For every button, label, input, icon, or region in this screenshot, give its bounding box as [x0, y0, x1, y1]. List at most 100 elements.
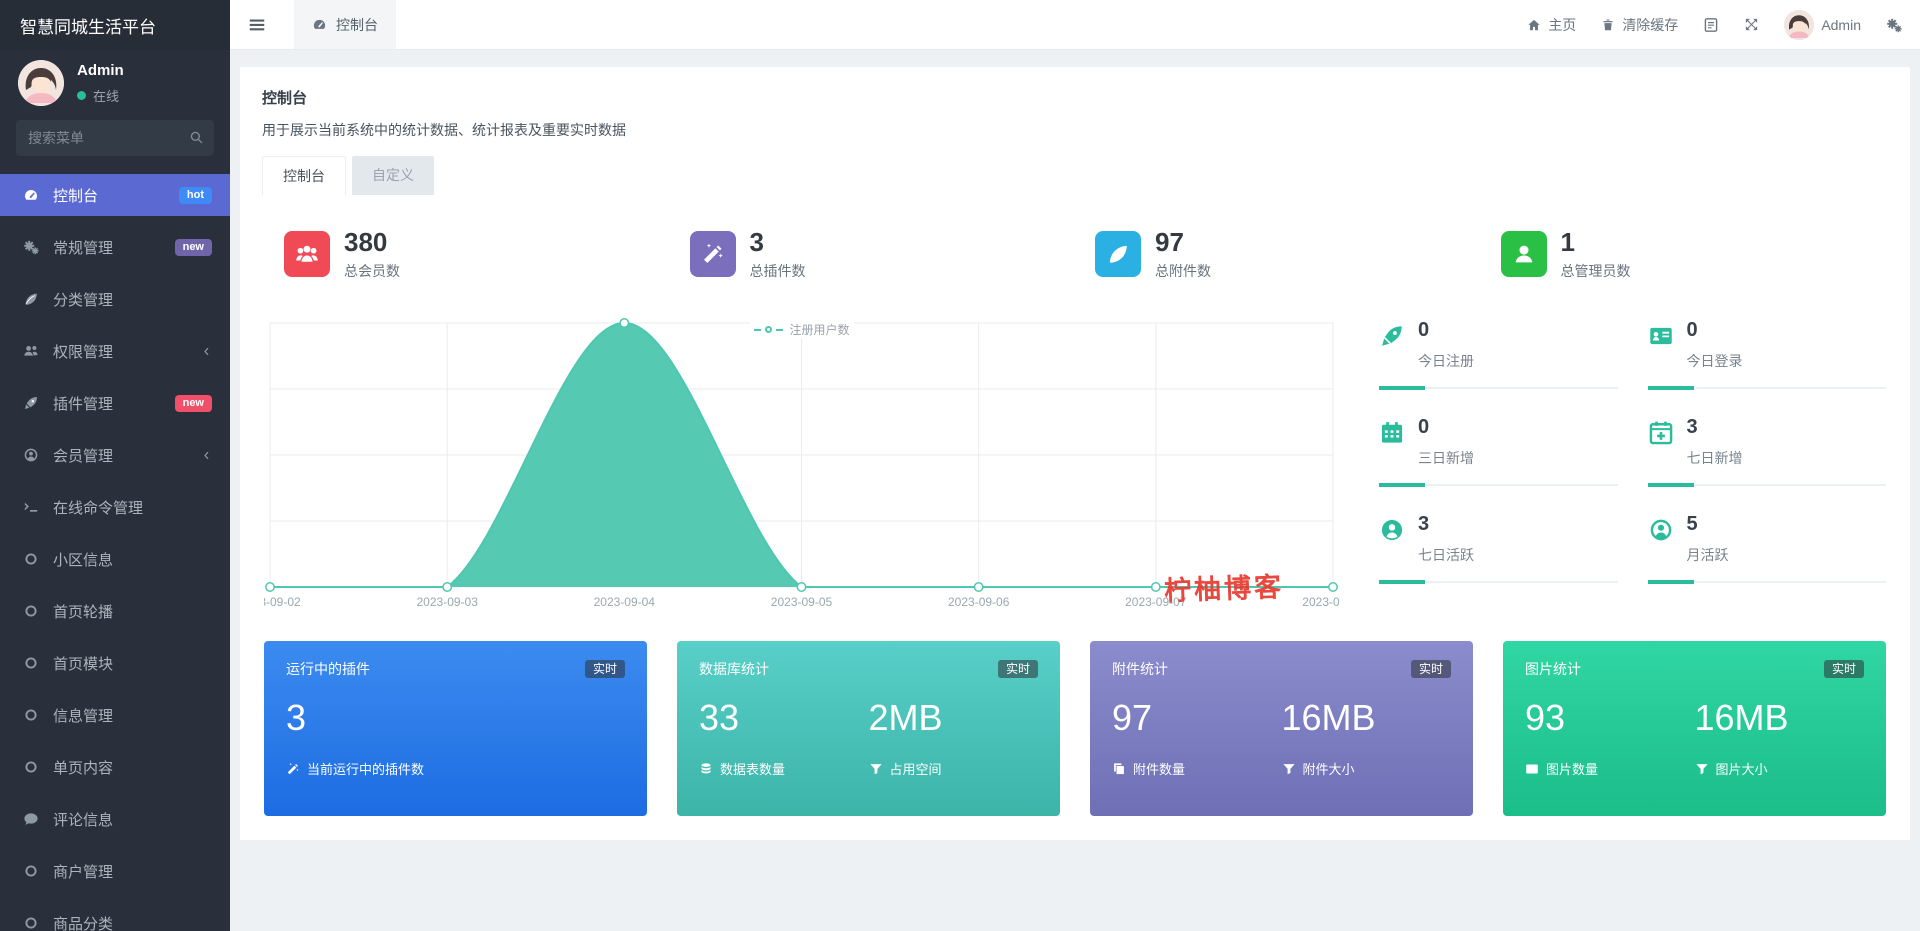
topbar-tab-console[interactable]: 控制台	[294, 0, 396, 49]
main-content: 控制台 用于展示当前系统中的统计数据、统计报表及重要实时数据 控制台 自定义 3…	[230, 50, 1920, 931]
legend-marker-line	[775, 329, 782, 331]
clear-cache-label: 清除缓存	[1622, 15, 1678, 35]
sidebar-item[interactable]: 在线命令管理	[0, 486, 230, 528]
sidebar-item-label: 首页轮播	[53, 601, 212, 622]
sidebar-item-label: 小区信息	[53, 549, 212, 570]
clear-cache-button[interactable]: 清除缓存	[1601, 15, 1678, 35]
stat-label: 总插件数	[750, 261, 806, 281]
sidebar-item[interactable]: 会员管理	[0, 434, 230, 476]
leaf-icon	[22, 291, 39, 307]
topbar-user[interactable]: Admin	[1784, 10, 1861, 40]
app-title: 智慧同城生活平台	[0, 0, 230, 50]
summary-card: 运行中的插件 实时 3 当前运行中的插件数	[264, 641, 647, 816]
users-group-icon	[284, 231, 330, 277]
sidebar-item[interactable]: 商品分类	[0, 902, 230, 931]
comment-icon	[22, 811, 39, 827]
sidebar-item-badge: hot	[179, 187, 212, 204]
chevron-left-icon	[201, 450, 212, 461]
tab-custom[interactable]: 自定义	[352, 156, 434, 195]
legend-marker-circle	[764, 326, 771, 333]
svg-text:2023-09-08: 2023-09-08	[1302, 595, 1339, 609]
user-avatar	[18, 60, 64, 106]
svg-text:2023-09-05: 2023-09-05	[771, 595, 833, 609]
mini-stat: 3 七日新增	[1648, 414, 1887, 486]
sidebar-item-label: 商户管理	[53, 861, 212, 882]
expand-icon	[1744, 17, 1759, 32]
sidebar-item[interactable]: 控制台 hot	[0, 174, 230, 216]
card-value: 3	[286, 697, 456, 739]
circle-icon	[22, 551, 39, 567]
card-metric-label: 附件大小	[1303, 759, 1355, 778]
legend-label: 注册用户数	[789, 321, 849, 338]
filter-icon	[1695, 762, 1709, 776]
chart-legend[interactable]: 注册用户数	[749, 321, 853, 338]
mini-stat: 5 月活跃	[1648, 511, 1887, 583]
card-title: 数据库统计	[699, 659, 769, 679]
menu-icon	[247, 15, 267, 35]
mini-stat-label: 七日新增	[1687, 448, 1743, 468]
user-circle-solid-icon	[1379, 517, 1405, 543]
sidebar-item-badge: new	[175, 395, 212, 412]
sidebar-item[interactable]: 插件管理 new	[0, 382, 230, 424]
sidebar-item[interactable]: 小区信息	[0, 538, 230, 580]
language-icon	[1703, 17, 1719, 33]
sidebar-item[interactable]: 商户管理	[0, 850, 230, 892]
card-title: 运行中的插件	[286, 659, 370, 679]
sidebar-item[interactable]: 权限管理	[0, 330, 230, 372]
sidebar-item[interactable]: 分类管理	[0, 278, 230, 320]
settings-button[interactable]	[1886, 17, 1902, 33]
mini-stats-grid: 0 今日注册 0 今日登录 0 三日新增 3 七日新增 3 七日活跃 5 月活跃	[1379, 317, 1886, 608]
card-value: 16MB	[1695, 697, 1865, 739]
user-status-label: 在线	[93, 86, 119, 105]
card-metric-label: 图片数量	[1546, 759, 1598, 778]
sidebar-item[interactable]: 信息管理	[0, 694, 230, 736]
mini-stat-value: 0	[1418, 416, 1474, 439]
sidebar-item[interactable]: 评论信息	[0, 798, 230, 840]
stat-value: 97	[1155, 227, 1211, 258]
home-button[interactable]: 主页	[1527, 15, 1576, 35]
menu-toggle-button[interactable]	[230, 0, 284, 49]
card-value: 33	[699, 697, 869, 739]
calendar-icon	[1379, 420, 1405, 446]
page-header: 控制台 用于展示当前系统中的统计数据、统计报表及重要实时数据	[240, 67, 1910, 140]
mini-stat: 0 今日注册	[1379, 317, 1618, 389]
stat-card: 1 总管理员数	[1481, 219, 1887, 289]
summary-cards-row: 运行中的插件 实时 3 当前运行中的插件数 数据库统计 实时 332MB 数据表…	[264, 641, 1886, 816]
sidebar-item[interactable]: 常规管理 new	[0, 226, 230, 268]
mini-stat-label: 今日注册	[1418, 351, 1474, 371]
search-icon	[189, 130, 204, 145]
realtime-badge: 实时	[1824, 660, 1864, 678]
tab-console[interactable]: 控制台	[262, 156, 346, 195]
search-input[interactable]	[16, 120, 214, 156]
mini-stat-value: 5	[1687, 513, 1729, 536]
sidebar-item-label: 评论信息	[53, 809, 212, 830]
sidebar-item-label: 商品分类	[53, 913, 212, 931]
online-dot	[77, 91, 86, 100]
card-metric: 附件大小	[1282, 759, 1452, 778]
dashboard-panel: 控制台 用于展示当前系统中的统计数据、统计报表及重要实时数据 控制台 自定义 3…	[240, 67, 1910, 840]
user-name: Admin	[77, 62, 124, 79]
stat-value: 1	[1561, 227, 1631, 258]
card-title: 图片统计	[1525, 659, 1581, 679]
summary-card: 数据库统计 实时 332MB 数据表数量占用空间	[677, 641, 1060, 816]
card-value: 97	[1112, 697, 1282, 739]
user-panel: Admin 在线	[0, 50, 230, 114]
sidebar-menu: 控制台 hot 常规管理 new 分类管理 权限管理 插件管理 new 会员管理…	[0, 174, 230, 931]
realtime-badge: 实时	[585, 660, 625, 678]
sidebar-item[interactable]: 单页内容	[0, 746, 230, 788]
circle-icon	[22, 915, 39, 931]
sidebar-item[interactable]: 首页模块	[0, 642, 230, 684]
copy-icon	[1112, 762, 1126, 776]
sidebar-item-badge: new	[175, 239, 212, 256]
stat-card: 97 总附件数	[1075, 219, 1481, 289]
fullscreen-button[interactable]	[1744, 17, 1759, 32]
trash-icon	[1601, 18, 1615, 32]
sidebar-item-label: 常规管理	[53, 237, 175, 258]
sidebar-item[interactable]: 首页轮播	[0, 590, 230, 632]
language-button[interactable]	[1703, 17, 1719, 33]
sidebar-item-label: 权限管理	[53, 341, 193, 362]
card-metric: 占用空间	[869, 759, 1039, 778]
card-metric: 图片大小	[1695, 759, 1865, 778]
magic-icon	[286, 762, 300, 776]
stat-card: 3 总插件数	[670, 219, 1076, 289]
